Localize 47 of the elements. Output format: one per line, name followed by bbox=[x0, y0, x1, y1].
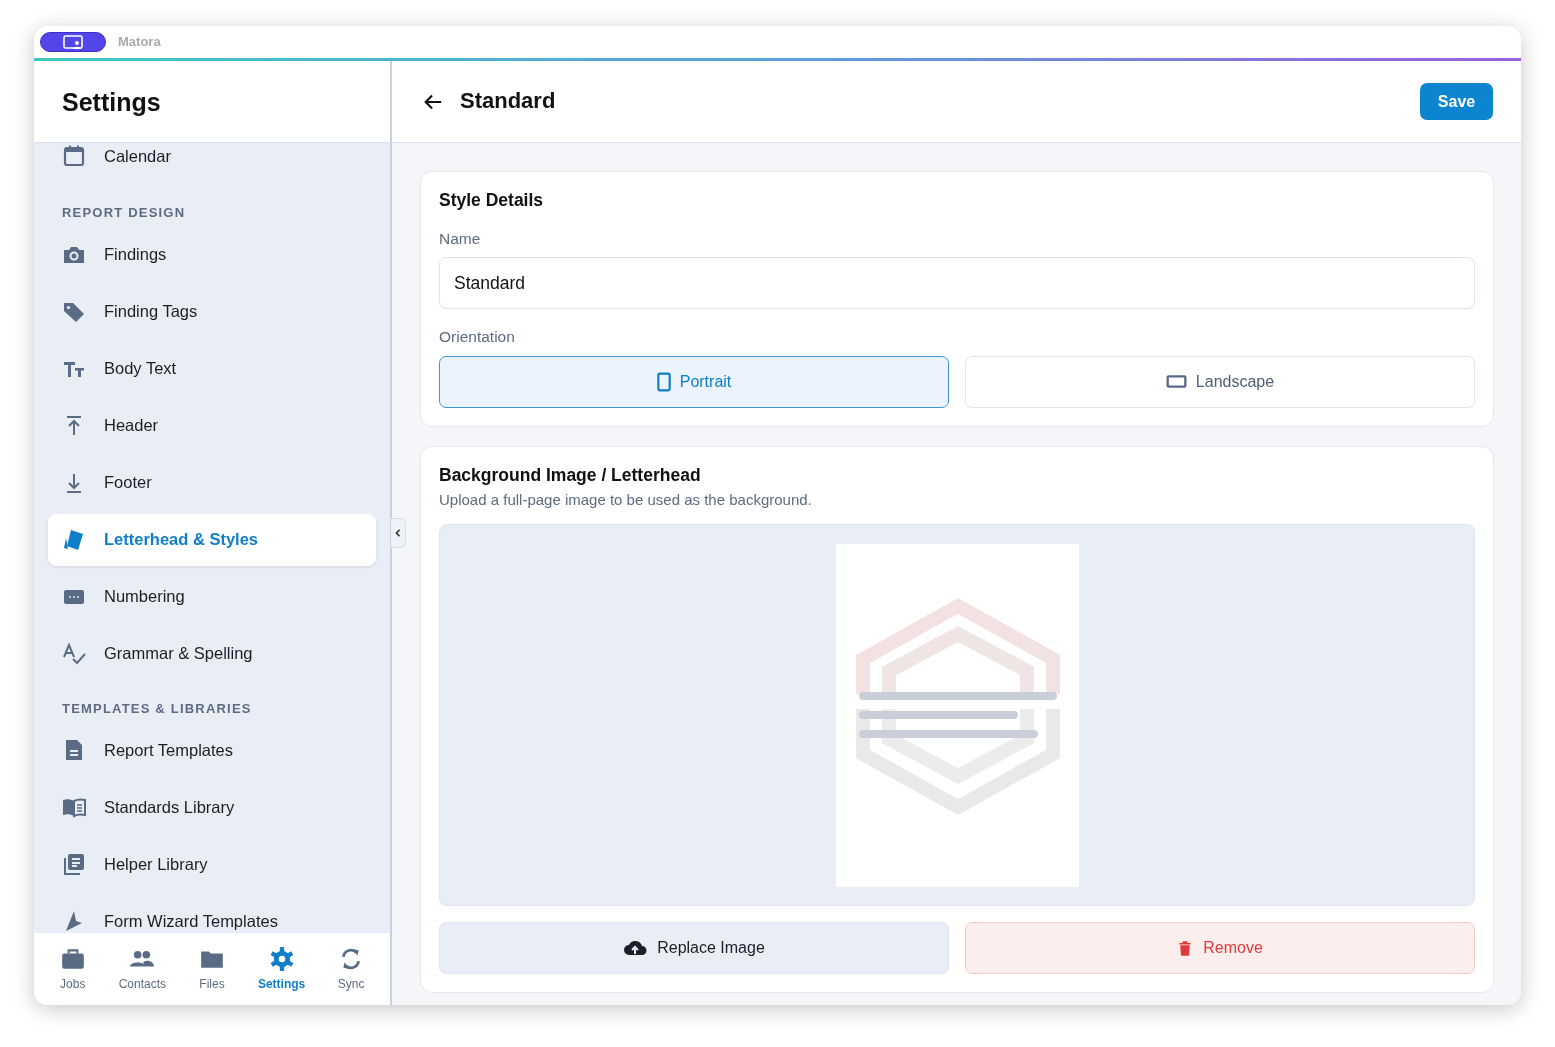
tab-bar-item[interactable]: Jobs bbox=[38, 933, 108, 1005]
tab-bar-item[interactable]: Sync bbox=[316, 933, 386, 1005]
trash-icon bbox=[1177, 938, 1194, 958]
card-description: Upload a full-page image to be used as the background. bbox=[439, 489, 813, 510]
swatch-icon bbox=[62, 527, 86, 552]
screen-user-icon bbox=[63, 34, 83, 50]
sidebar-item[interactable]: Footer bbox=[48, 456, 376, 509]
tab-bar-item[interactable]: Files bbox=[177, 933, 247, 1005]
sidebar-item[interactable]: Calendar bbox=[48, 143, 376, 169]
app-switcher-button[interactable] bbox=[40, 32, 106, 52]
sidebar-item[interactable]: Finding Tags bbox=[48, 285, 376, 338]
card-title: Style Details bbox=[439, 190, 545, 211]
sidebar-item[interactable]: Findings bbox=[48, 228, 376, 281]
save-button[interactable]: Save bbox=[1420, 83, 1493, 120]
sidebar-item[interactable]: Numbering bbox=[48, 570, 376, 623]
orientation-option[interactable]: Landscape bbox=[965, 355, 1475, 408]
remove-button[interactable]: Remove bbox=[965, 922, 1475, 974]
spellcheck-icon bbox=[62, 641, 86, 666]
sidebar-item[interactable]: Letterhead & Styles bbox=[48, 513, 376, 566]
sidebar-item[interactable]: Grammar & Spelling bbox=[48, 627, 376, 680]
replace-image-button[interactable]: Replace Image bbox=[439, 922, 949, 974]
name-field[interactable]: Standard bbox=[439, 257, 1475, 310]
sidebar-title: Settings bbox=[62, 86, 161, 117]
page-title: Standard bbox=[460, 88, 557, 115]
gear-icon bbox=[268, 945, 295, 972]
phone-portrait-icon bbox=[656, 371, 671, 392]
field-label: Orientation bbox=[439, 327, 516, 348]
section-heading: REPORT DESIGN bbox=[61, 204, 187, 222]
collapse-sidebar-button[interactable] bbox=[391, 518, 406, 548]
rectangle-landscape-icon bbox=[1165, 375, 1187, 388]
orientation-option[interactable]: Portrait bbox=[439, 355, 949, 408]
sidebar-item[interactable]: Standards Library bbox=[48, 781, 376, 833]
tab-bar-item[interactable]: Contacts bbox=[107, 933, 178, 1005]
field-label: Name bbox=[439, 229, 482, 249]
sidebar-item[interactable]: Report Templates bbox=[48, 724, 376, 776]
sidebar-item[interactable]: Helper Library bbox=[48, 838, 376, 890]
window-title: Matora bbox=[118, 33, 161, 52]
tab-bar-item[interactable]: Settings bbox=[246, 933, 317, 1005]
sidebar-item[interactable]: Form Wizard Templates bbox=[48, 895, 376, 933]
open-book-icon bbox=[62, 795, 86, 819]
calendar-icon bbox=[62, 144, 86, 168]
chevron-left-icon bbox=[394, 528, 402, 538]
section-heading: TEMPLATES & LIBRARIES bbox=[61, 699, 253, 718]
sidebar-item[interactable]: Header bbox=[48, 399, 376, 452]
card-title: Background Image / Letterhead bbox=[439, 464, 702, 486]
sidebar-item[interactable]: Body Text bbox=[48, 342, 376, 395]
stacked-pages-icon bbox=[62, 852, 86, 876]
